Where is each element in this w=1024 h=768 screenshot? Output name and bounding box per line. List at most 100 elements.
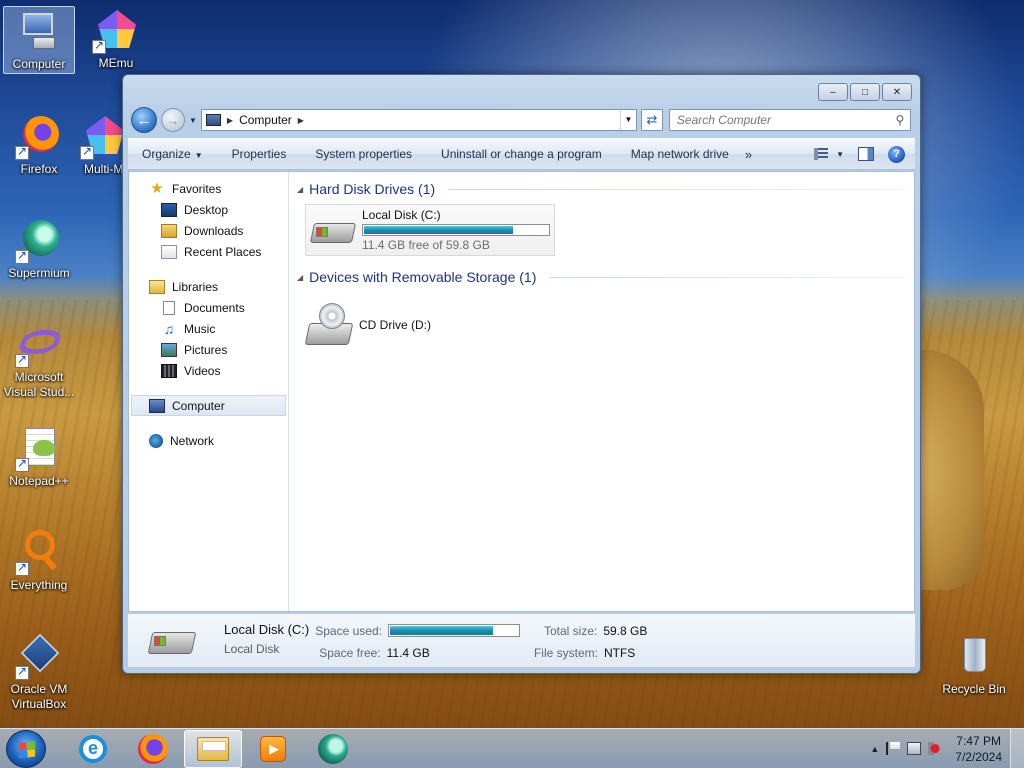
action-center-flag-icon[interactable] bbox=[886, 742, 901, 755]
desktop-icon-everything[interactable]: Everything bbox=[3, 528, 75, 593]
videos-icon bbox=[161, 363, 177, 378]
preview-pane-icon[interactable] bbox=[858, 147, 874, 161]
nav-item-recent-places[interactable]: Recent Places bbox=[129, 241, 288, 262]
desktop-icon-computer[interactable]: Computer bbox=[3, 6, 75, 74]
desktop-icon-recycle-bin[interactable]: Recycle Bin bbox=[938, 632, 1010, 697]
explorer-body: ★ Favorites Desktop Downloads Recent Plac… bbox=[128, 171, 915, 612]
computer-icon bbox=[205, 114, 221, 126]
nav-item-documents[interactable]: Documents bbox=[129, 297, 288, 318]
nav-item-favorites[interactable]: ★ Favorites bbox=[129, 178, 288, 199]
nav-item-music[interactable]: ♫ Music bbox=[129, 318, 288, 339]
content-pane: ◢ Hard Disk Drives (1) Local Disk (C:) 1… bbox=[289, 172, 914, 611]
start-button[interactable] bbox=[6, 729, 46, 768]
explorer-window[interactable]: – □ ✕ ← → ▼ ▶ Computer ▶ ▼ ⇄ ⚲ Organize▼… bbox=[122, 74, 921, 674]
recent-pages-dropdown[interactable]: ▼ bbox=[189, 116, 197, 125]
properties-button[interactable]: Properties bbox=[232, 147, 287, 161]
address-dropdown-icon[interactable]: ▼ bbox=[619, 110, 636, 130]
desktop-icon-firefox[interactable]: Firefox bbox=[3, 112, 75, 177]
nav-item-desktop[interactable]: Desktop bbox=[129, 199, 288, 220]
help-icon[interactable]: ? bbox=[888, 145, 905, 163]
nav-item-computer[interactable]: Computer bbox=[131, 395, 286, 416]
taskbar: e ▲ 7:47 PM 7/2/2024 bbox=[0, 728, 1024, 768]
music-icon: ♫ bbox=[163, 320, 175, 337]
clock-date: 7/2/2024 bbox=[955, 749, 1002, 764]
group-header-hard-disk-drives[interactable]: ◢ Hard Disk Drives (1) bbox=[297, 178, 906, 200]
space-used-bar bbox=[387, 624, 520, 637]
desktop-icon-virtualbox[interactable]: Oracle VM VirtualBox bbox=[3, 632, 75, 712]
search-input[interactable] bbox=[676, 113, 890, 127]
search-box[interactable]: ⚲ bbox=[668, 109, 911, 131]
window-controls: – □ ✕ bbox=[818, 83, 912, 101]
nav-item-network[interactable]: Network bbox=[129, 430, 288, 451]
breadcrumb-computer[interactable]: Computer bbox=[239, 113, 292, 127]
group-header-removable-storage[interactable]: ◢ Devices with Removable Storage (1) bbox=[297, 266, 906, 288]
firefox-icon bbox=[138, 733, 168, 764]
nav-group-favorites: ★ Favorites Desktop Downloads Recent Plac… bbox=[129, 178, 288, 262]
cd-drive-icon bbox=[304, 303, 354, 347]
details-pane: Local Disk (C:) Local Disk Space used: S… bbox=[128, 613, 915, 667]
show-desktop-button[interactable] bbox=[1010, 728, 1024, 768]
change-view-button[interactable]: ▼ bbox=[814, 148, 844, 160]
drive-item-local-disk-c[interactable]: Local Disk (C:) 11.4 GB free of 59.8 GB bbox=[305, 204, 555, 256]
refresh-button[interactable]: ⇄ bbox=[640, 109, 663, 131]
taskbar-windows-explorer[interactable] bbox=[184, 729, 242, 768]
desktop-icon-visual-studio[interactable]: Microsoft Visual Stud... bbox=[0, 320, 78, 400]
shortcut-arrow-icon bbox=[15, 144, 29, 160]
uninstall-program-button[interactable]: Uninstall or change a program bbox=[441, 147, 602, 161]
desktop-icon-multi-m[interactable]: Multi-M bbox=[80, 112, 124, 177]
nav-item-pictures[interactable]: Pictures bbox=[129, 339, 288, 360]
address-field[interactable]: ▶ Computer ▶ ▼ bbox=[200, 109, 637, 131]
recycle-bin-icon bbox=[950, 632, 998, 680]
documents-icon bbox=[163, 300, 175, 315]
star-icon: ★ bbox=[150, 179, 164, 197]
back-button[interactable]: ← bbox=[131, 107, 157, 133]
search-icon[interactable]: ⚲ bbox=[890, 113, 910, 127]
taskbar-firefox[interactable] bbox=[124, 730, 182, 768]
breadcrumb-arrow-icon[interactable]: ▶ bbox=[298, 116, 304, 125]
close-button[interactable]: ✕ bbox=[882, 83, 912, 101]
network-status-icon[interactable] bbox=[907, 742, 922, 755]
drive-name: CD Drive (D:) bbox=[359, 318, 431, 332]
desktop-icon-notepad-plus-plus[interactable]: Notepad++ bbox=[3, 424, 75, 489]
map-network-drive-button[interactable]: Map network drive bbox=[631, 147, 729, 161]
nav-item-videos[interactable]: Videos bbox=[129, 360, 288, 381]
breadcrumb-arrow-icon[interactable]: ▶ bbox=[227, 116, 233, 125]
libraries-icon bbox=[149, 279, 165, 294]
nav-item-libraries[interactable]: Libraries bbox=[129, 276, 288, 297]
nav-item-downloads[interactable]: Downloads bbox=[129, 220, 288, 241]
internet-explorer-icon: e bbox=[79, 734, 107, 763]
forward-button[interactable]: → bbox=[161, 108, 185, 132]
total-size-label: Total size: bbox=[543, 623, 598, 638]
folder-icon bbox=[197, 736, 229, 761]
volume-muted-icon[interactable] bbox=[928, 742, 943, 755]
toolbar-right-controls: ▼ ? bbox=[814, 145, 915, 163]
address-bar-row: ← → ▼ ▶ Computer ▶ ▼ ⇄ ⚲ bbox=[131, 107, 912, 133]
drive-item-cd-drive-d[interactable]: CD Drive (D:) bbox=[304, 302, 906, 348]
nav-group-network: Network bbox=[129, 430, 288, 451]
desktop-icon-supermium[interactable]: Supermium bbox=[3, 216, 75, 281]
desktop-icon-memu[interactable]: MEmu bbox=[80, 6, 152, 71]
more-commands-button[interactable]: » bbox=[745, 147, 752, 162]
shortcut-arrow-icon bbox=[15, 560, 29, 576]
collapse-triangle-icon: ◢ bbox=[297, 184, 304, 194]
pictures-icon bbox=[161, 342, 177, 357]
nav-group-libraries: Libraries Documents ♫ Music Pictures Vide… bbox=[129, 276, 288, 381]
taskbar-supermium[interactable] bbox=[304, 730, 362, 768]
network-icon bbox=[149, 433, 163, 448]
views-icon bbox=[814, 148, 829, 160]
taskbar-internet-explorer[interactable]: e bbox=[64, 730, 122, 768]
taskbar-media-player[interactable] bbox=[244, 730, 302, 768]
file-system-value: NTFS bbox=[603, 645, 636, 660]
command-bar: Organize ▼ Properties System properties U… bbox=[128, 138, 915, 170]
maximize-button[interactable]: □ bbox=[850, 83, 880, 101]
organize-button[interactable]: Organize ▼ bbox=[142, 147, 203, 161]
minimize-button[interactable]: – bbox=[818, 83, 848, 101]
show-hidden-icons-button[interactable]: ▲ bbox=[870, 744, 879, 754]
supermium-icon bbox=[15, 216, 63, 264]
recent-places-icon bbox=[161, 244, 177, 259]
system-properties-button[interactable]: System properties bbox=[315, 147, 412, 161]
file-system-label: File system: bbox=[533, 645, 598, 660]
shortcut-arrow-icon bbox=[80, 144, 94, 160]
total-size-value: 59.8 GB bbox=[603, 623, 648, 638]
clock[interactable]: 7:47 PM 7/2/2024 bbox=[955, 733, 1002, 765]
